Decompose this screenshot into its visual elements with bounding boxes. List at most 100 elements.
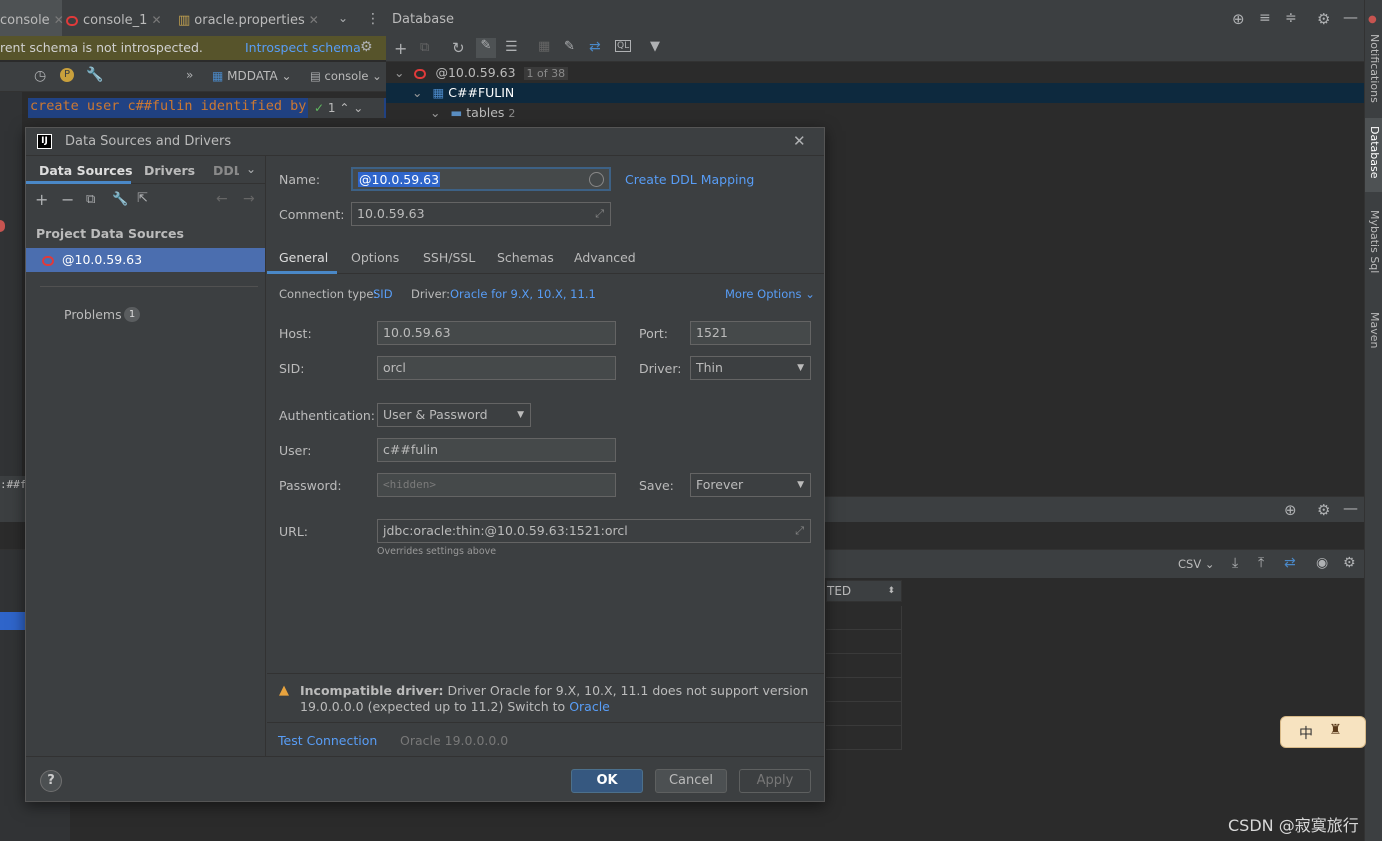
crosshair-icon[interactable]: ⊕ [1232, 10, 1245, 28]
circle-icon[interactable] [589, 172, 604, 187]
datasource-list-item[interactable]: @10.0.59.63 [26, 248, 265, 272]
stripe-maven[interactable]: Maven [1368, 312, 1381, 348]
tab-console-1[interactable]: console_1 ✕ [66, 0, 162, 40]
help-button[interactable]: ? [40, 770, 62, 792]
driver-selector[interactable]: Oracle for 9.X, 10.X, 11.1 [450, 287, 596, 301]
chevron-down-icon[interactable]: ⌄ [338, 11, 348, 25]
grid-column-header[interactable]: TED ⬍ [826, 580, 902, 602]
copy-icon[interactable]: ⧉ [420, 40, 429, 55]
close-icon[interactable]: ✕ [151, 13, 161, 27]
chevron-down-icon[interactable]: ⌄ [394, 65, 404, 80]
expand-icon[interactable]: ⤢ [595, 203, 604, 225]
bell-icon[interactable]: ● [1368, 14, 1377, 25]
arrow-right-icon[interactable]: → [243, 191, 255, 207]
expand-all-icon[interactable]: ≡ [1259, 10, 1271, 26]
eye-icon[interactable]: ◉ [1316, 555, 1328, 571]
problems-label[interactable]: Problems [64, 307, 122, 322]
tab-schemas[interactable]: Schemas [497, 250, 554, 265]
add-icon[interactable]: + [35, 190, 48, 209]
jump-icon[interactable]: ⇄ [589, 39, 601, 55]
sql-console-icon[interactable]: QL [615, 40, 632, 52]
ok-button[interactable]: OK [571, 769, 643, 793]
tab-drivers[interactable]: Drivers [144, 163, 195, 178]
apply-button[interactable]: Apply [739, 769, 811, 793]
gear-icon[interactable]: ⚙ [1317, 10, 1330, 28]
upload-icon[interactable]: ⤒ [1258, 555, 1264, 571]
cancel-button[interactable]: Cancel [655, 769, 727, 793]
sort-icon[interactable]: ⬍ [887, 581, 895, 601]
minimize-icon[interactable]: — [1343, 499, 1358, 517]
edit-icon[interactable]: ✎ [564, 39, 575, 54]
comment-input[interactable]: 10.0.59.63 ⤢ [351, 202, 611, 226]
grid-cell[interactable] [826, 606, 902, 630]
tree-node-datasource[interactable]: ⌄ @10.0.59.63 1 of 38 [394, 63, 569, 83]
crosshair-icon[interactable]: ⊕ [1284, 501, 1297, 519]
tab-ssh-ssl[interactable]: SSH/SSL [423, 250, 475, 265]
stripe-mybatis[interactable]: Mybatis Sql [1368, 210, 1381, 273]
session-selector[interactable]: ▤ console ⌄ [310, 69, 382, 83]
shirt-icon[interactable]: ♜ [1329, 722, 1342, 738]
compare-icon[interactable]: ⇄ [1284, 555, 1296, 571]
refresh-icon[interactable]: ↻ [452, 39, 465, 57]
transaction-icon[interactable]: P [60, 68, 74, 82]
add-icon[interactable]: + [394, 39, 407, 58]
database-stack-icon[interactable]: ☰ [505, 39, 518, 55]
password-input[interactable]: <hidden> [377, 473, 616, 497]
tab-data-sources[interactable]: Data Sources [39, 163, 133, 178]
download-icon[interactable]: ⤓ [1232, 555, 1238, 571]
url-input[interactable]: jdbc:oracle:thin:@10.0.59.63:1521:orcl ⤢ [377, 519, 811, 543]
authentication-select[interactable]: User & Password ▼ [377, 403, 531, 427]
remove-icon[interactable]: − [61, 190, 74, 209]
grid-cell[interactable] [826, 654, 902, 678]
wrench-icon[interactable]: 🔧 [112, 192, 128, 207]
properties-icon[interactable]: ✎ [476, 38, 496, 58]
user-input[interactable]: c##fulin [377, 438, 616, 462]
sid-input[interactable]: orcl [377, 356, 616, 380]
expand-icon[interactable]: ⤢ [795, 520, 804, 542]
gear-icon[interactable]: ⚙ [360, 39, 373, 55]
arrow-up-icon[interactable]: ⌃ [339, 101, 349, 115]
test-connection-link[interactable]: Test Connection [278, 733, 377, 748]
tree-node-schema[interactable]: ⌄ ▦ C##FULIN [412, 83, 514, 103]
stripe-database[interactable]: Database [1368, 126, 1381, 179]
ime-widget[interactable]: 中 ♜ [1280, 716, 1366, 748]
chevron-down-icon[interactable]: ⌄ [412, 85, 422, 100]
history-icon[interactable]: ◷ [34, 68, 46, 84]
run-indicator[interactable]: ✓ 1 ⌃ ⌄ [308, 98, 384, 118]
close-icon[interactable]: ✕ [309, 13, 319, 27]
save-select[interactable]: Forever ▼ [690, 473, 811, 497]
tab-advanced[interactable]: Advanced [574, 250, 636, 265]
tab-general[interactable]: General [279, 250, 328, 265]
grid-cell[interactable] [826, 630, 902, 654]
chevron-down-icon[interactable]: ⌄ [246, 162, 256, 176]
arrow-down-icon[interactable]: ⌄ [353, 101, 363, 115]
switch-driver-link[interactable]: Oracle [569, 699, 610, 714]
grid-cell[interactable] [826, 702, 902, 726]
duplicate-icon[interactable]: ⧉ [86, 192, 95, 207]
tab-options[interactable]: Options [351, 250, 399, 265]
double-chevron-icon[interactable]: » [186, 68, 193, 82]
host-input[interactable]: 10.0.59.63 [377, 321, 616, 345]
grid-cell[interactable] [826, 678, 902, 702]
collapse-all-icon[interactable]: ≑ [1285, 10, 1297, 26]
more-vertical-icon[interactable]: ⋮ [366, 11, 380, 27]
external-link-icon[interactable]: ⇱ [137, 191, 148, 206]
connection-type-selector[interactable]: SID [373, 287, 393, 301]
tab-console[interactable]: console ✕ [0, 0, 64, 40]
table-icon[interactable]: ▦ [538, 39, 550, 54]
grid-cell[interactable] [826, 726, 902, 750]
chevron-down-icon[interactable]: ⌄ [430, 105, 440, 120]
create-ddl-mapping-link[interactable]: Create DDL Mapping [625, 172, 754, 187]
wrench-icon[interactable]: 🔧 [86, 67, 103, 83]
driver-type-select[interactable]: Thin ▼ [690, 356, 811, 380]
introspect-schema-link[interactable]: Introspect schema [245, 40, 361, 55]
export-format-selector[interactable]: CSV ⌄ [1178, 557, 1215, 571]
gear-icon[interactable]: ⚙ [1317, 501, 1330, 519]
datasource-selector[interactable]: ▦ MDDATA ⌄ [212, 69, 292, 83]
arrow-left-icon[interactable]: ← [216, 191, 228, 207]
minimize-icon[interactable]: — [1343, 8, 1358, 26]
tree-node-tables[interactable]: ⌄ ▬ tables 2 [430, 103, 515, 123]
close-icon[interactable]: ✕ [793, 132, 806, 150]
tab-oracle-properties[interactable]: ▥ oracle.properties ✕ [178, 0, 319, 40]
gear-icon[interactable]: ⚙ [1343, 555, 1356, 571]
